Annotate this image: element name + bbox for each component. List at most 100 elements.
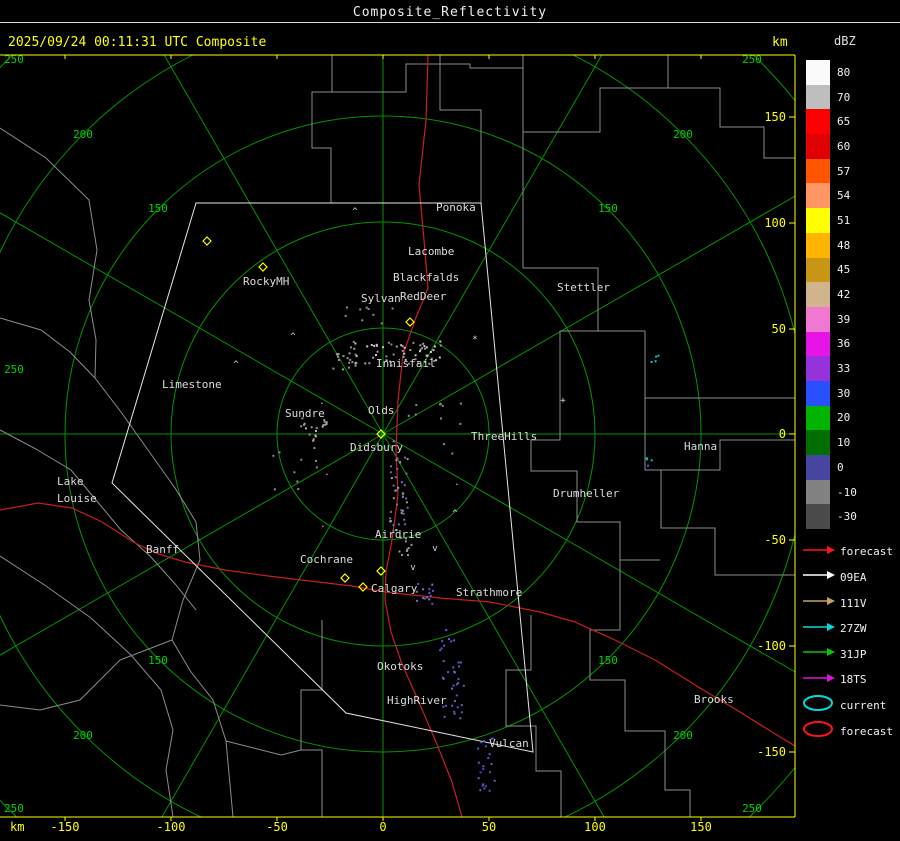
svg-text:150: 150 (598, 654, 618, 667)
city-label-ponoka: Ponoka (436, 201, 476, 214)
colorbar-row: 0 (800, 455, 900, 480)
colorbar-swatch (806, 307, 830, 332)
svg-text:150: 150 (148, 654, 168, 667)
svg-text:-150: -150 (757, 745, 786, 759)
svg-text:^: ^ (352, 207, 358, 217)
svg-text:*: * (472, 335, 477, 345)
colorbar-swatch (806, 159, 830, 184)
colorbar-row: 70 (800, 85, 900, 110)
city-label-airdrie: Airdrie (375, 528, 421, 541)
city-label-okotoks: Okotoks (377, 660, 423, 673)
city-label-stettler: Stettler (557, 281, 610, 294)
city-label-sundre: Sundre (285, 407, 325, 420)
colorbar-value: -30 (837, 510, 857, 523)
colorbar-value: -10 (837, 486, 857, 499)
city-label-innisfail: Innisfail (376, 357, 436, 370)
legend-row: 27ZW (800, 616, 900, 642)
svg-text:50: 50 (772, 322, 786, 336)
colorbar-swatch (806, 258, 830, 283)
18ts-arrow-icon (802, 669, 836, 691)
colorbar-row: 39 (800, 307, 900, 332)
city-label-blackfalds: Blackfalds (393, 271, 459, 284)
legend-row: 31JP (800, 641, 900, 667)
colorbar-value: 51 (837, 214, 850, 227)
colorbar-row: 20 (800, 406, 900, 431)
colorbar-row: 30 (800, 381, 900, 406)
city-label-didsbury: Didsbury (350, 441, 403, 454)
colorbar-value: 10 (837, 436, 850, 449)
svg-text:0: 0 (379, 820, 386, 834)
colorbar-row: 10 (800, 430, 900, 455)
legend-label: 09EA (840, 571, 867, 584)
city-label-calgary: Calgary (371, 582, 418, 595)
colorbar: 807065605754514845423936333020100-10-30 (800, 60, 900, 529)
legend-label: 18TS (840, 673, 867, 686)
colorbar-swatch (806, 109, 830, 134)
colorbar-value: 70 (837, 91, 850, 104)
legend-row: current (800, 693, 900, 719)
colorbar-swatch (806, 430, 830, 455)
city-label-highriver: HighRiver (387, 694, 447, 707)
svg-text:.: . (324, 468, 329, 478)
svg-text:v: v (432, 544, 437, 554)
svg-text:250: 250 (4, 802, 24, 815)
city-label-brooks: Brooks (694, 693, 734, 706)
colorbar-value: 80 (837, 66, 850, 79)
current-ellipse-icon (802, 694, 836, 716)
legend-label: forecast (840, 725, 893, 738)
radar-echoes (272, 307, 659, 792)
colorbar-value: 33 (837, 362, 850, 375)
city-label-hanna: Hanna (684, 440, 717, 453)
legend: forecast09EA111V27ZW31JP18TScurrentforec… (800, 539, 900, 744)
legend-row: forecast (800, 718, 900, 744)
radar-map[interactable]: ^^^*+...^.vvPonokaLacombeBlackfaldsSylva… (0, 0, 800, 841)
city-label-strathmore: Strathmore (456, 586, 522, 599)
111v-arrow-icon (802, 592, 836, 614)
colorbar-row: 57 (800, 159, 900, 184)
svg-text:.: . (454, 478, 459, 488)
svg-text:0: 0 (779, 427, 786, 441)
city-label-lake: Lake (57, 475, 84, 488)
range-ring-grid (0, 0, 800, 841)
svg-text:+: + (560, 396, 566, 406)
colorbar-swatch (806, 60, 830, 85)
colorbar-swatch (806, 480, 830, 505)
city-label-olds: Olds (368, 404, 395, 417)
colorbar-row: 51 (800, 208, 900, 233)
colorbar-row: 54 (800, 183, 900, 208)
svg-text:^: ^ (233, 360, 239, 370)
colorbar-value: 45 (837, 263, 850, 276)
svg-text:150: 150 (764, 110, 786, 124)
colorbar-value: 0 (837, 461, 844, 474)
colorbar-swatch (806, 183, 830, 208)
colorbar-row: 36 (800, 332, 900, 357)
colorbar-row: -30 (800, 504, 900, 529)
svg-text:100: 100 (764, 216, 786, 230)
legend-label: 111V (840, 597, 867, 610)
svg-text:250: 250 (4, 363, 24, 376)
legend-row: 09EA (800, 565, 900, 591)
colorbar-value: 39 (837, 313, 850, 326)
colorbar-value: 57 (837, 165, 850, 178)
city-label-louise: Louise (57, 492, 97, 505)
colorbar-value: 42 (837, 288, 850, 301)
colorbar-value: 48 (837, 239, 850, 252)
colorbar-swatch (806, 85, 830, 110)
colorbar-value: 54 (837, 189, 850, 202)
colorbar-row: -10 (800, 480, 900, 505)
svg-text:150: 150 (148, 202, 168, 215)
city-label-reddeer: RedDeer (400, 290, 447, 303)
svg-text:50: 50 (482, 820, 496, 834)
city-label-rockymh: RockyMH (243, 275, 289, 288)
svg-text:-150: -150 (51, 820, 80, 834)
09ea-arrow-icon (802, 566, 836, 588)
colorbar-swatch (806, 233, 830, 258)
svg-text:v: v (410, 563, 415, 573)
colorbar-row: 60 (800, 134, 900, 159)
colorbar-swatch (806, 332, 830, 357)
svg-text:200: 200 (673, 729, 693, 742)
svg-text:^: ^ (452, 509, 458, 519)
svg-text:200: 200 (673, 128, 693, 141)
colorbar-value: 60 (837, 140, 850, 153)
27zw-arrow-icon (802, 618, 836, 640)
